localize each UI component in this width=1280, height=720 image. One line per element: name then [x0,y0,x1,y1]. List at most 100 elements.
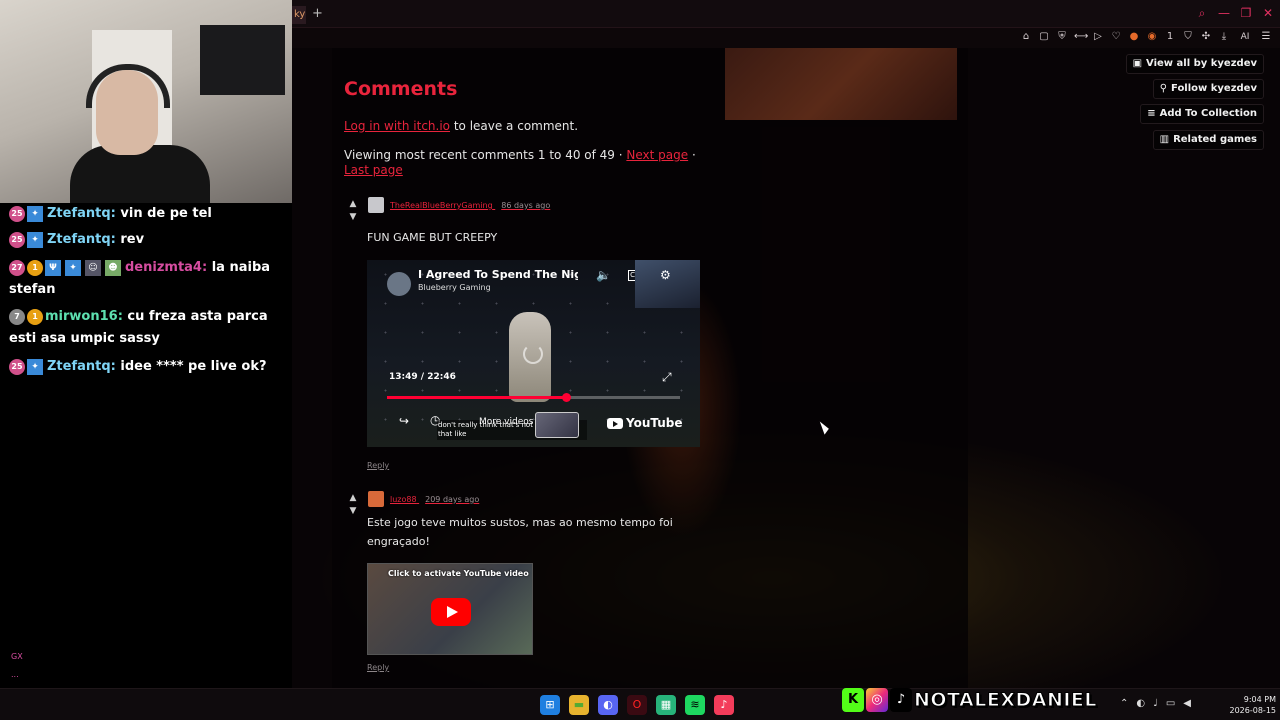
emote-badge-icon: ☺ [85,259,101,276]
sub-badge-icon: 27 [9,259,25,276]
reply-link[interactable]: Reply [367,663,389,672]
taskbar-clock[interactable]: 9:04 PM 2026-08-15 [1220,694,1277,716]
folder-icon[interactable]: ▬ [569,695,589,715]
related-label: Related games [1173,134,1257,145]
mic-icon[interactable]: ♩ [1153,698,1158,709]
chat-username: Ztefantq: [47,232,116,247]
window-controls: ⌕ — ❐ ✕ [1196,6,1274,21]
volume-icon[interactable]: 🔈 [596,268,611,282]
comment-text: Este jogo teve muitos sustos, mas ao mes… [367,516,673,548]
chat-message: 25 ✦ Ztefantq: rev [9,229,279,251]
video-progress-bar[interactable] [387,393,680,402]
play-icon[interactable]: ▷ [1092,31,1104,43]
translate-icon[interactable]: ⟷ [1074,31,1088,43]
related-games-button[interactable]: ▥ Related games [1152,130,1264,150]
menu-icon[interactable]: ☰ [1260,31,1272,43]
ai-button[interactable]: AI [1236,31,1254,43]
browser-tab[interactable]: kye [292,6,306,24]
channel-name[interactable]: Blueberry Gaming [418,283,491,292]
video-title[interactable]: I Agreed To Spend The Night A [418,268,578,281]
fullscreen-icon[interactable]: ⤢ [662,370,672,385]
separator: · [688,148,696,162]
search-icon[interactable]: ⌕ [1196,6,1208,21]
reply-link[interactable]: Reply [367,461,389,470]
settings-gear-icon[interactable]: ⚙ [660,268,671,282]
author-link[interactable]: TheRealBlueBerryGaming [390,201,493,210]
discord-icon[interactable]: ◐ [1136,698,1145,709]
minimize-icon[interactable]: — [1218,6,1230,21]
tiktok-icon[interactable]: ♪ [714,695,734,715]
extension-icon[interactable]: ◉ [1146,31,1158,43]
spotify-icon[interactable]: ≋ [685,695,705,715]
new-tab-button[interactable]: + [312,6,323,22]
last-page-link[interactable]: Last page [344,163,403,177]
tiktok-icon: ♪ [890,688,912,712]
extension-icon[interactable]: ● [1128,31,1140,43]
follow-button[interactable]: ⚲ Follow kyezdev [1152,79,1264,99]
scrubber-handle[interactable] [561,393,571,402]
webcam-overlay [0,0,292,203]
follow-label: Follow kyezdev [1171,83,1257,94]
tier-badge-icon: ✦ [27,205,43,222]
chat-username: Ztefantq: [47,206,116,221]
instagram-icon: ◎ [866,688,888,712]
sub-badge-icon: 25 [9,358,25,375]
youtube-logo[interactable]: YouTube [607,416,683,430]
comment-author: luzo88 209 days ago [390,495,479,504]
volume-icon[interactable]: ◀ [1183,698,1191,709]
downvote-icon[interactable]: ▼ [347,211,359,224]
controller-icon: ▣ [1132,58,1143,69]
game-screenshot[interactable] [725,48,957,120]
stream-chat: 25 ✦ Ztefantq: vin de pe tel 25 ✦ Ztefantq: … [0,203,292,720]
screenshot-icon[interactable]: ▢ [1038,31,1050,43]
youtube-player[interactable]: I Agreed To Spend The Night A Blueberry … [367,260,700,447]
chat-message: 7 1 mirwon16: cu freza asta parca esti asa… [9,306,279,350]
share-icon[interactable]: ↪ [399,414,409,428]
upvote-icon[interactable]: ▲ [347,198,359,211]
more-videos-thumbnail[interactable] [535,412,579,438]
wifi-icon[interactable]: ▭ [1166,698,1175,709]
youtube-embed-placeholder[interactable]: Click to activate YouTube video [367,563,533,655]
windows-icon[interactable]: ⊞ [540,695,560,715]
login-link[interactable]: Log in with itch.io [344,119,450,133]
browser-titlebar: kye + ⌕ — ❐ ✕ [292,0,1280,28]
system-tray: ⌃ ◐ ♩ ▭ ◀ [1120,698,1191,709]
more-menu-icon[interactable]: ... [11,670,19,679]
extension-icon[interactable]: 1 [1164,31,1176,43]
bookmark-icon[interactable]: ⌂ [1020,31,1032,43]
playlist-add-icon: ≡ [1147,108,1156,119]
add-user-icon: ⚲ [1159,83,1168,94]
avatar[interactable] [368,491,384,507]
author-link[interactable]: luzo88 [390,495,417,504]
avatar[interactable] [368,197,384,213]
tier-badge-icon: ✦ [27,358,43,375]
gift-badge-icon: 1 [27,259,43,276]
view-all-button[interactable]: ▣ View all by kyezdev [1125,54,1264,74]
discord-icon[interactable]: ◐ [598,695,618,715]
add-to-collection-button[interactable]: ≡ Add To Collection [1140,104,1264,124]
puzzle-icon[interactable]: ✣ [1200,31,1212,43]
itch-page: Comments Log in with itch.io to leave a … [292,48,1280,688]
maximize-icon[interactable]: ❐ [1240,6,1252,21]
app-icon[interactable]: ▦ [656,695,676,715]
download-icon[interactable]: ⤓ [1218,31,1230,43]
taskbar-apps: ⊞ ▬ ◐ O ▦ ≋ ♪ [540,695,734,715]
heart-icon[interactable]: ♡ [1110,31,1122,43]
channel-avatar[interactable] [387,272,411,296]
streamer-handle: NOTALEXDANIEL [913,689,1098,712]
more-videos-button[interactable]: More videos [479,417,533,427]
chat-message: 25 ✦ Ztefantq: vin de pe tel [9,203,279,225]
next-page-link[interactable]: Next page [626,148,688,162]
extension-icon[interactable]: ⛉ [1182,31,1194,43]
chevron-up-icon[interactable]: ⌃ [1120,698,1128,709]
youtube-play-icon[interactable] [431,598,471,626]
chat-username: mirwon16: [45,309,123,324]
chat-message: 27 1 Ψ ✦ ☺ ☻ denizmta4: la naiba stefan [9,257,279,301]
gift-badge-icon: 1 [27,308,43,325]
tier-badge-icon: ✦ [65,259,81,276]
shield-icon[interactable]: ⛨ [1056,31,1068,43]
close-icon[interactable]: ✕ [1262,6,1274,21]
upvote-icon[interactable]: ▲ [347,492,359,505]
opera-icon[interactable]: O [627,695,647,715]
downvote-icon[interactable]: ▼ [347,505,359,518]
